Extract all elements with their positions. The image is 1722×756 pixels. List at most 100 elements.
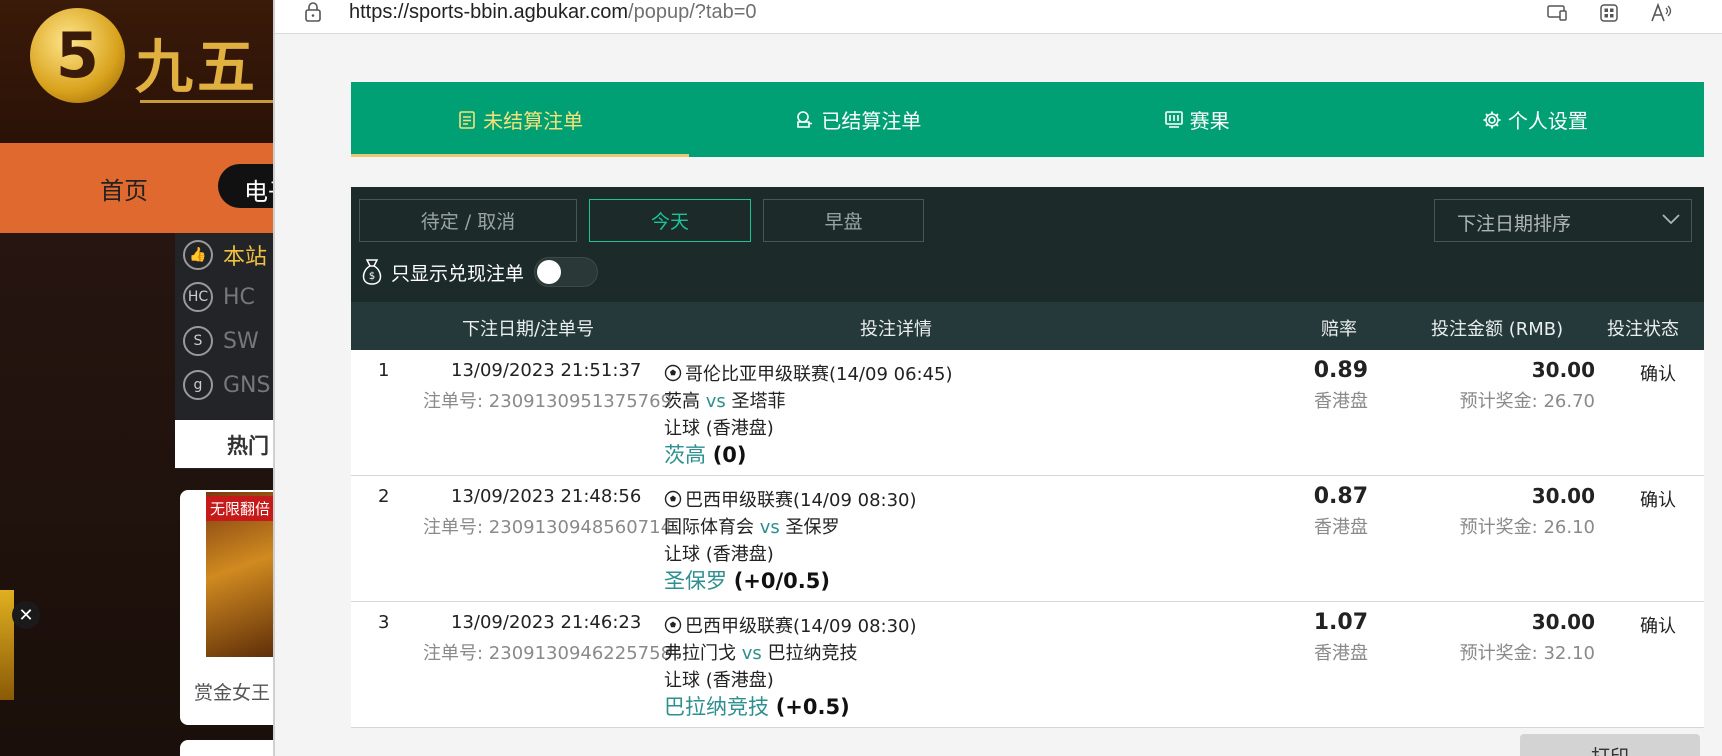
- provider-item-bensite[interactable]: 👍 本站: [183, 237, 267, 273]
- game-card[interactable]: [180, 740, 273, 756]
- site-nav: 首页 电子: [0, 143, 273, 233]
- apps-grid-icon[interactable]: [1598, 2, 1620, 24]
- bet-status: 确认: [1640, 364, 1676, 385]
- tab-label: 未结算注单: [483, 109, 584, 133]
- row-index: 1: [378, 360, 390, 381]
- gear-icon: [1483, 111, 1501, 128]
- settled-coins-icon: [797, 110, 813, 128]
- bet-selection: 巴拉纳竞技 (+0.5): [664, 691, 850, 721]
- header-bet-detail: 投注详情: [860, 319, 932, 340]
- selected-team: 圣保罗: [664, 569, 727, 593]
- tab-personal-settings[interactable]: 个人设置: [1366, 82, 1704, 157]
- provider-item-gns[interactable]: g GNS: [183, 367, 270, 403]
- site-logo-text[interactable]: 九五: [135, 20, 259, 104]
- bet-row[interactable]: 1 13/09/2023 21:51:37 注单号: 2309130951375…: [351, 350, 1704, 476]
- bet-selection: 圣保罗 (+0/0.5): [664, 565, 830, 595]
- logo-ornament: [140, 100, 273, 106]
- bet-row[interactable]: 2 13/09/2023 21:48:56 注单号: 2309130948560…: [351, 476, 1704, 602]
- league-line: 巴西甲级联赛(14/09 08:30): [664, 486, 917, 512]
- chevron-down-icon: [1662, 214, 1680, 225]
- provider-item-sw[interactable]: S SW: [183, 323, 259, 359]
- game-title: 赏金女王: [194, 682, 271, 704]
- vs-label: vs: [759, 517, 780, 538]
- provider-item-hc[interactable]: HC HC: [183, 279, 255, 315]
- nav-electronic-tab[interactable]: 电子: [218, 164, 273, 208]
- filter-today-button[interactable]: 今天: [589, 199, 751, 242]
- bet-row[interactable]: 3 13/09/2023 21:46:23 注单号: 2309130946225…: [351, 602, 1704, 728]
- handicap: (+0/0.5): [733, 569, 830, 593]
- estimated-payout: 预计奖金: 32.10: [1459, 643, 1595, 664]
- table-header: 下注日期/注单号 投注详情 赔率 投注金额 (RMB) 投注状态: [351, 302, 1704, 350]
- close-icon[interactable]: ✕: [12, 601, 40, 629]
- tab-label: 个人设置: [1507, 109, 1588, 133]
- tab-unsettled-bets[interactable]: 未结算注单: [351, 82, 690, 157]
- odds-value: 1.07: [1313, 610, 1368, 635]
- estimated-payout: 预计奖金: 26.10: [1459, 517, 1595, 538]
- bet-tabs: 未结算注单 已结算注单 赛果 个人设置: [351, 82, 1704, 157]
- site-logo-badge[interactable]: 5: [30, 8, 125, 103]
- home-team: 茨高: [664, 391, 700, 412]
- bet-status: 确认: [1640, 490, 1676, 511]
- odds-value: 0.89: [1313, 358, 1368, 383]
- url-host: https://sports-bbin.agbukar.com: [349, 1, 629, 23]
- vs-label: vs: [741, 643, 762, 664]
- bet-market: 让球 (香港盘): [664, 544, 774, 565]
- estimated-payout: 预计奖金: 26.70: [1459, 391, 1595, 412]
- home-team: 国际体育会: [664, 517, 754, 538]
- stake-amount: 30.00: [1531, 358, 1595, 382]
- soccer-ball-icon: [664, 490, 682, 508]
- match-teams: 茨高 vs 圣塔菲: [664, 387, 786, 413]
- soccer-ball-icon: [664, 616, 682, 634]
- nav-home-link[interactable]: 首页: [100, 171, 148, 206]
- read-aloud-icon[interactable]: [1650, 2, 1672, 24]
- bet-order-number: 注单号: 2309130946225758: [423, 643, 673, 664]
- league-line: 巴西甲级联赛(14/09 08:30): [664, 612, 917, 638]
- league-name: 巴西甲级联赛(14/09 08:30): [685, 490, 917, 511]
- cashout-filter: $ 只显示兑现注单: [359, 253, 599, 291]
- bet-slip-icon: [459, 110, 475, 129]
- header-status: 投注状态: [1607, 319, 1679, 340]
- address-bar: https://sports-bbin.agbukar.com/popup/?t…: [275, 0, 1722, 34]
- thumb-up-icon: 👍: [183, 240, 213, 270]
- money-bag-icon: $: [362, 259, 382, 285]
- url-text[interactable]: https://sports-bbin.agbukar.com/popup/?t…: [349, 1, 757, 24]
- away-team: 圣保罗: [785, 517, 840, 538]
- bet-order-number: 注单号: 2309130948560714: [423, 517, 673, 538]
- hot-games-tab[interactable]: 热门: [175, 420, 273, 468]
- lock-icon[interactable]: [304, 1, 322, 23]
- odds-value: 0.87: [1313, 484, 1368, 509]
- match-teams: 国际体育会 vs 圣保罗: [664, 513, 840, 539]
- provider-label: SW: [223, 328, 259, 354]
- handicap: (+0.5): [775, 695, 850, 719]
- tab-results[interactable]: 赛果: [1028, 82, 1366, 157]
- hc-logo-icon: HC: [183, 282, 213, 312]
- url-path: /popup/?tab=0: [628, 1, 757, 23]
- bet-market: 让球 (香港盘): [664, 670, 774, 691]
- sort-dropdown[interactable]: 下注日期排序: [1434, 199, 1692, 242]
- handicap: (0): [712, 443, 747, 467]
- league-line: 哥伦比亚甲级联赛(14/09 06:45): [664, 360, 953, 386]
- floating-promo-banner[interactable]: [0, 590, 14, 700]
- away-team: 巴拉纳竞技: [767, 643, 858, 664]
- bet-market: 让球 (香港盘): [664, 418, 774, 439]
- vs-label: vs: [705, 391, 726, 412]
- tab-label: 已结算注单: [821, 109, 922, 133]
- stake-amount: 30.00: [1531, 484, 1595, 508]
- header-amount: 投注金额 (RMB): [1431, 319, 1564, 340]
- match-teams: 弗拉门戈 vs 巴拉纳竞技: [664, 639, 858, 665]
- row-index: 2: [378, 486, 390, 507]
- cast-icon[interactable]: [1546, 2, 1568, 24]
- provider-label: 本站: [223, 245, 268, 270]
- cashout-toggle[interactable]: [534, 257, 599, 287]
- print-button[interactable]: 打印: [1520, 734, 1700, 756]
- home-team: 弗拉门戈: [664, 643, 736, 664]
- game-card[interactable]: 无限翻倍 赏金女王: [180, 490, 273, 725]
- soccer-ball-icon: [664, 364, 682, 382]
- filter-pending-cancelled-button[interactable]: 待定 / 取消: [359, 199, 577, 242]
- popup-window: https://sports-bbin.agbukar.com/popup/?t…: [273, 0, 1722, 756]
- header-odds: 赔率: [1321, 319, 1357, 340]
- tab-settled-bets[interactable]: 已结算注单: [689, 82, 1027, 157]
- sort-dropdown-value: 下注日期排序: [1457, 213, 1572, 235]
- filter-early-market-button[interactable]: 早盘: [763, 199, 924, 242]
- bet-list: 1 13/09/2023 21:51:37 注单号: 2309130951375…: [351, 350, 1704, 728]
